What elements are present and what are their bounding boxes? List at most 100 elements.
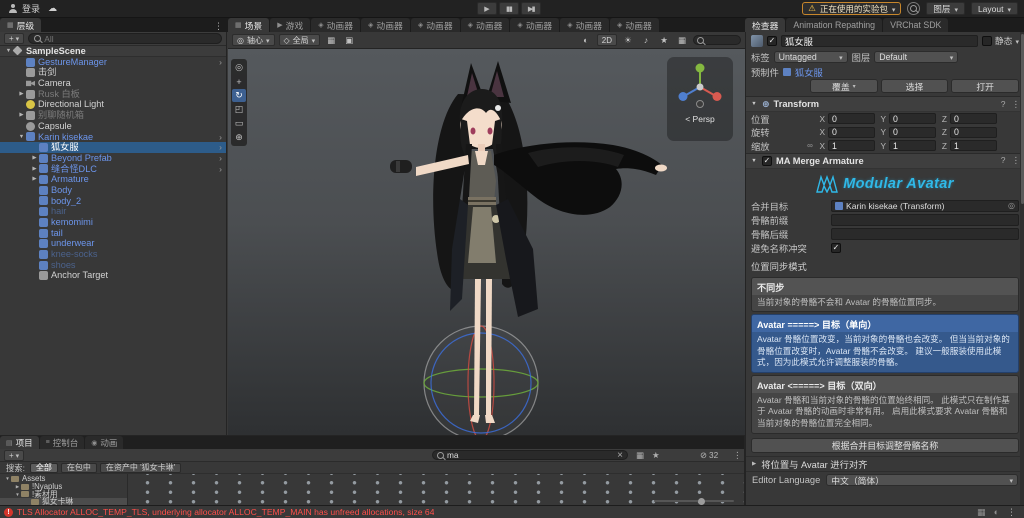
create-asset-button[interactable]: + bbox=[4, 449, 25, 461]
activity-icon[interactable] bbox=[994, 507, 999, 518]
effects-toggle-icon[interactable] bbox=[657, 34, 671, 46]
prefab-open-arrow-icon[interactable]: › bbox=[219, 142, 226, 153]
prefab-open-button[interactable]: 打开 bbox=[951, 79, 1020, 93]
hierarchy-item-tail[interactable]: tail bbox=[0, 228, 226, 239]
hierarchy-search-input[interactable] bbox=[44, 33, 216, 44]
layer-dropdown[interactable]: Default bbox=[874, 51, 959, 63]
tab-hierarchy[interactable]: 层级 bbox=[0, 18, 42, 32]
prefab-open-arrow-icon[interactable]: › bbox=[219, 164, 226, 175]
bone-prefix-input[interactable] bbox=[831, 213, 1019, 226]
step-button[interactable] bbox=[521, 2, 541, 15]
view-tool-button[interactable]: ◎ bbox=[232, 61, 246, 74]
hierarchy-item-Rusk 白板[interactable]: ▶ Rusk 白板 bbox=[0, 89, 226, 100]
search-by-label-icon[interactable] bbox=[652, 450, 660, 461]
tab-VRChat SDK[interactable]: VRChat SDK bbox=[883, 18, 949, 32]
hierarchy-item-缝合怪DLC[interactable]: ▶ 缝合怪DLC › bbox=[0, 164, 226, 175]
search-by-type-icon[interactable] bbox=[636, 450, 644, 461]
hierarchy-menu-icon[interactable] bbox=[209, 21, 228, 32]
transform-value-field[interactable]: 0 bbox=[889, 126, 936, 138]
unity-search-button[interactable] bbox=[907, 2, 921, 15]
component-menu-icon[interactable] bbox=[1012, 99, 1021, 110]
transform-value-field[interactable]: 0 bbox=[950, 113, 997, 125]
merge-target-object-field[interactable]: Karin kisekae (Transform) bbox=[831, 199, 1019, 212]
error-icon[interactable]: ! bbox=[4, 507, 13, 517]
active-checkbox[interactable] bbox=[767, 35, 777, 46]
projection-label[interactable]: < Persp bbox=[685, 114, 715, 124]
shading-mode-icon[interactable] bbox=[579, 34, 593, 46]
expand-caret-icon[interactable]: ▼ bbox=[4, 46, 13, 56]
layers-dropdown[interactable]: 图层 bbox=[926, 2, 965, 15]
hierarchy-item-body_2[interactable]: body_2 bbox=[0, 196, 226, 207]
tab-动画器-8[interactable]: ◈ 动画器 bbox=[610, 18, 659, 32]
transform-tool-button[interactable]: ⊕ bbox=[232, 131, 246, 144]
bone-suffix-input[interactable] bbox=[831, 227, 1019, 240]
editor-language-dropdown[interactable]: 中文（简体） bbox=[826, 474, 1018, 487]
rotate-tool-button[interactable]: ↻ bbox=[232, 89, 246, 102]
hierarchy-item-GestureManager[interactable]: GestureManager › bbox=[0, 57, 226, 68]
project-folder-狐女卡琳[interactable]: 狐女卡琳 bbox=[0, 498, 127, 505]
component-menu-icon[interactable] bbox=[1012, 155, 1021, 166]
tab-检查器[interactable]: 检查器 bbox=[745, 18, 786, 32]
slider-handle[interactable] bbox=[698, 497, 705, 505]
expand-caret-icon[interactable]: ▶ bbox=[30, 164, 39, 175]
login-button[interactable]: 登录 bbox=[8, 2, 40, 15]
tag-dropdown[interactable]: Untagged bbox=[773, 51, 848, 63]
hierarchy-item-Armature[interactable]: ▶ Armature bbox=[0, 174, 226, 185]
hierarchy-item-Body[interactable]: Body bbox=[0, 185, 226, 196]
tab-场景-0[interactable]: ▦ 场景 bbox=[228, 18, 270, 32]
console-shortcut-icon[interactable] bbox=[977, 507, 986, 518]
project-search-input[interactable] bbox=[447, 450, 615, 460]
hierarchy-item-Beyond Prefab[interactable]: ▶ Beyond Prefab › bbox=[0, 153, 226, 164]
hierarchy-item-Directional Light[interactable]: Directional Light bbox=[0, 99, 226, 110]
prefab-select-button[interactable]: 选择 bbox=[880, 79, 949, 93]
tab-动画[interactable]: ◉ 动画 bbox=[85, 436, 124, 449]
inspector-scrollbar[interactable] bbox=[1020, 32, 1024, 505]
search-scope-button-0[interactable]: 全部 bbox=[29, 462, 58, 473]
search-scope-button-1[interactable]: 在包中 bbox=[60, 462, 97, 473]
hierarchy-item-Karin kisekae[interactable]: ▼ Karin kisekae › bbox=[0, 132, 226, 143]
tab-动画器-6[interactable]: ◈ 动画器 bbox=[510, 18, 560, 32]
create-object-button[interactable]: + bbox=[4, 33, 25, 44]
hierarchy-item-别聊随机箱[interactable]: ▶ 别聊随机箱 bbox=[0, 110, 226, 121]
transform-value-field[interactable]: 1 bbox=[950, 140, 997, 152]
hierarchy-item-underwear[interactable]: underwear bbox=[0, 238, 226, 249]
tab-项目[interactable]: ▤ 项目 bbox=[0, 436, 39, 449]
project-folder-Assets[interactable]: ▼ Assets bbox=[0, 475, 127, 483]
tab-动画器-3[interactable]: ◈ 动画器 bbox=[361, 18, 410, 32]
hierarchy-item-kemomimi[interactable]: kemomimi bbox=[0, 217, 226, 228]
scale-tool-button[interactable]: ◰ bbox=[232, 103, 246, 116]
scene-canvas[interactable]: ◎ + ↻ ◰ ▭ ⊕ < Persp bbox=[228, 49, 745, 435]
help-icon[interactable] bbox=[1001, 155, 1006, 166]
hierarchy-item-Capsule[interactable]: Capsule bbox=[0, 121, 226, 132]
hierarchy-item-shoes[interactable]: shoes bbox=[0, 260, 226, 271]
pivot-mode-dropdown[interactable]: 轴心 bbox=[232, 34, 275, 46]
transform-value-field[interactable]: 0 bbox=[828, 126, 875, 138]
expand-caret-icon[interactable]: ▶ bbox=[30, 174, 39, 185]
layout-dropdown[interactable]: Layout bbox=[970, 2, 1018, 15]
tab-Animation Repathing[interactable]: Animation Repathing bbox=[786, 18, 883, 32]
rename-bones-button[interactable]: 根据合并目标调整骨骼名称 bbox=[751, 437, 1019, 453]
prefab-open-arrow-icon[interactable]: › bbox=[219, 153, 226, 164]
prefab-open-arrow-icon[interactable]: › bbox=[219, 132, 226, 143]
align-position-foldout[interactable]: ▶ 将位置与 Avatar 进行对齐 bbox=[746, 455, 1024, 471]
project-search[interactable] bbox=[432, 450, 628, 460]
expand-caret-icon[interactable]: ▶ bbox=[30, 153, 39, 164]
hierarchy-item-Anchor Target[interactable]: Anchor Target bbox=[0, 270, 226, 281]
project-folder-!Nyaplus[interactable]: ▶ !Nyaplus bbox=[0, 482, 127, 491]
hierarchy-item-SampleScene[interactable]: ▼ SampleScene bbox=[0, 46, 226, 57]
gizmos-dropdown-icon[interactable] bbox=[675, 34, 689, 46]
tab-动画器-2[interactable]: ◈ 动画器 bbox=[311, 18, 361, 32]
rect-tool-button[interactable]: ▭ bbox=[232, 117, 246, 130]
pause-button[interactable] bbox=[499, 2, 519, 15]
hierarchy-item-狐女服[interactable]: 狐女服 › bbox=[0, 142, 226, 153]
transform-component-header[interactable]: ▼ ⊕ Transform bbox=[746, 96, 1024, 112]
hierarchy-search[interactable] bbox=[28, 33, 222, 44]
expand-caret-icon[interactable]: ▶ bbox=[17, 89, 26, 100]
grid-visibility-icon[interactable] bbox=[324, 34, 338, 46]
hierarchy-item-knee-socks[interactable]: knee-socks bbox=[0, 249, 226, 260]
transform-value-field[interactable]: 1 bbox=[889, 140, 936, 152]
asset-search-results-grid[interactable] bbox=[128, 474, 744, 505]
sync-mode-option-1[interactable]: Avatar =====> 目标（单向） Avatar 骨骼位置改变，当前对象的骨… bbox=[751, 314, 1019, 373]
tab-游戏-1[interactable]: ▶ 游戏 bbox=[270, 18, 311, 32]
tab-控制台[interactable]: ≡ 控制台 bbox=[39, 436, 85, 449]
